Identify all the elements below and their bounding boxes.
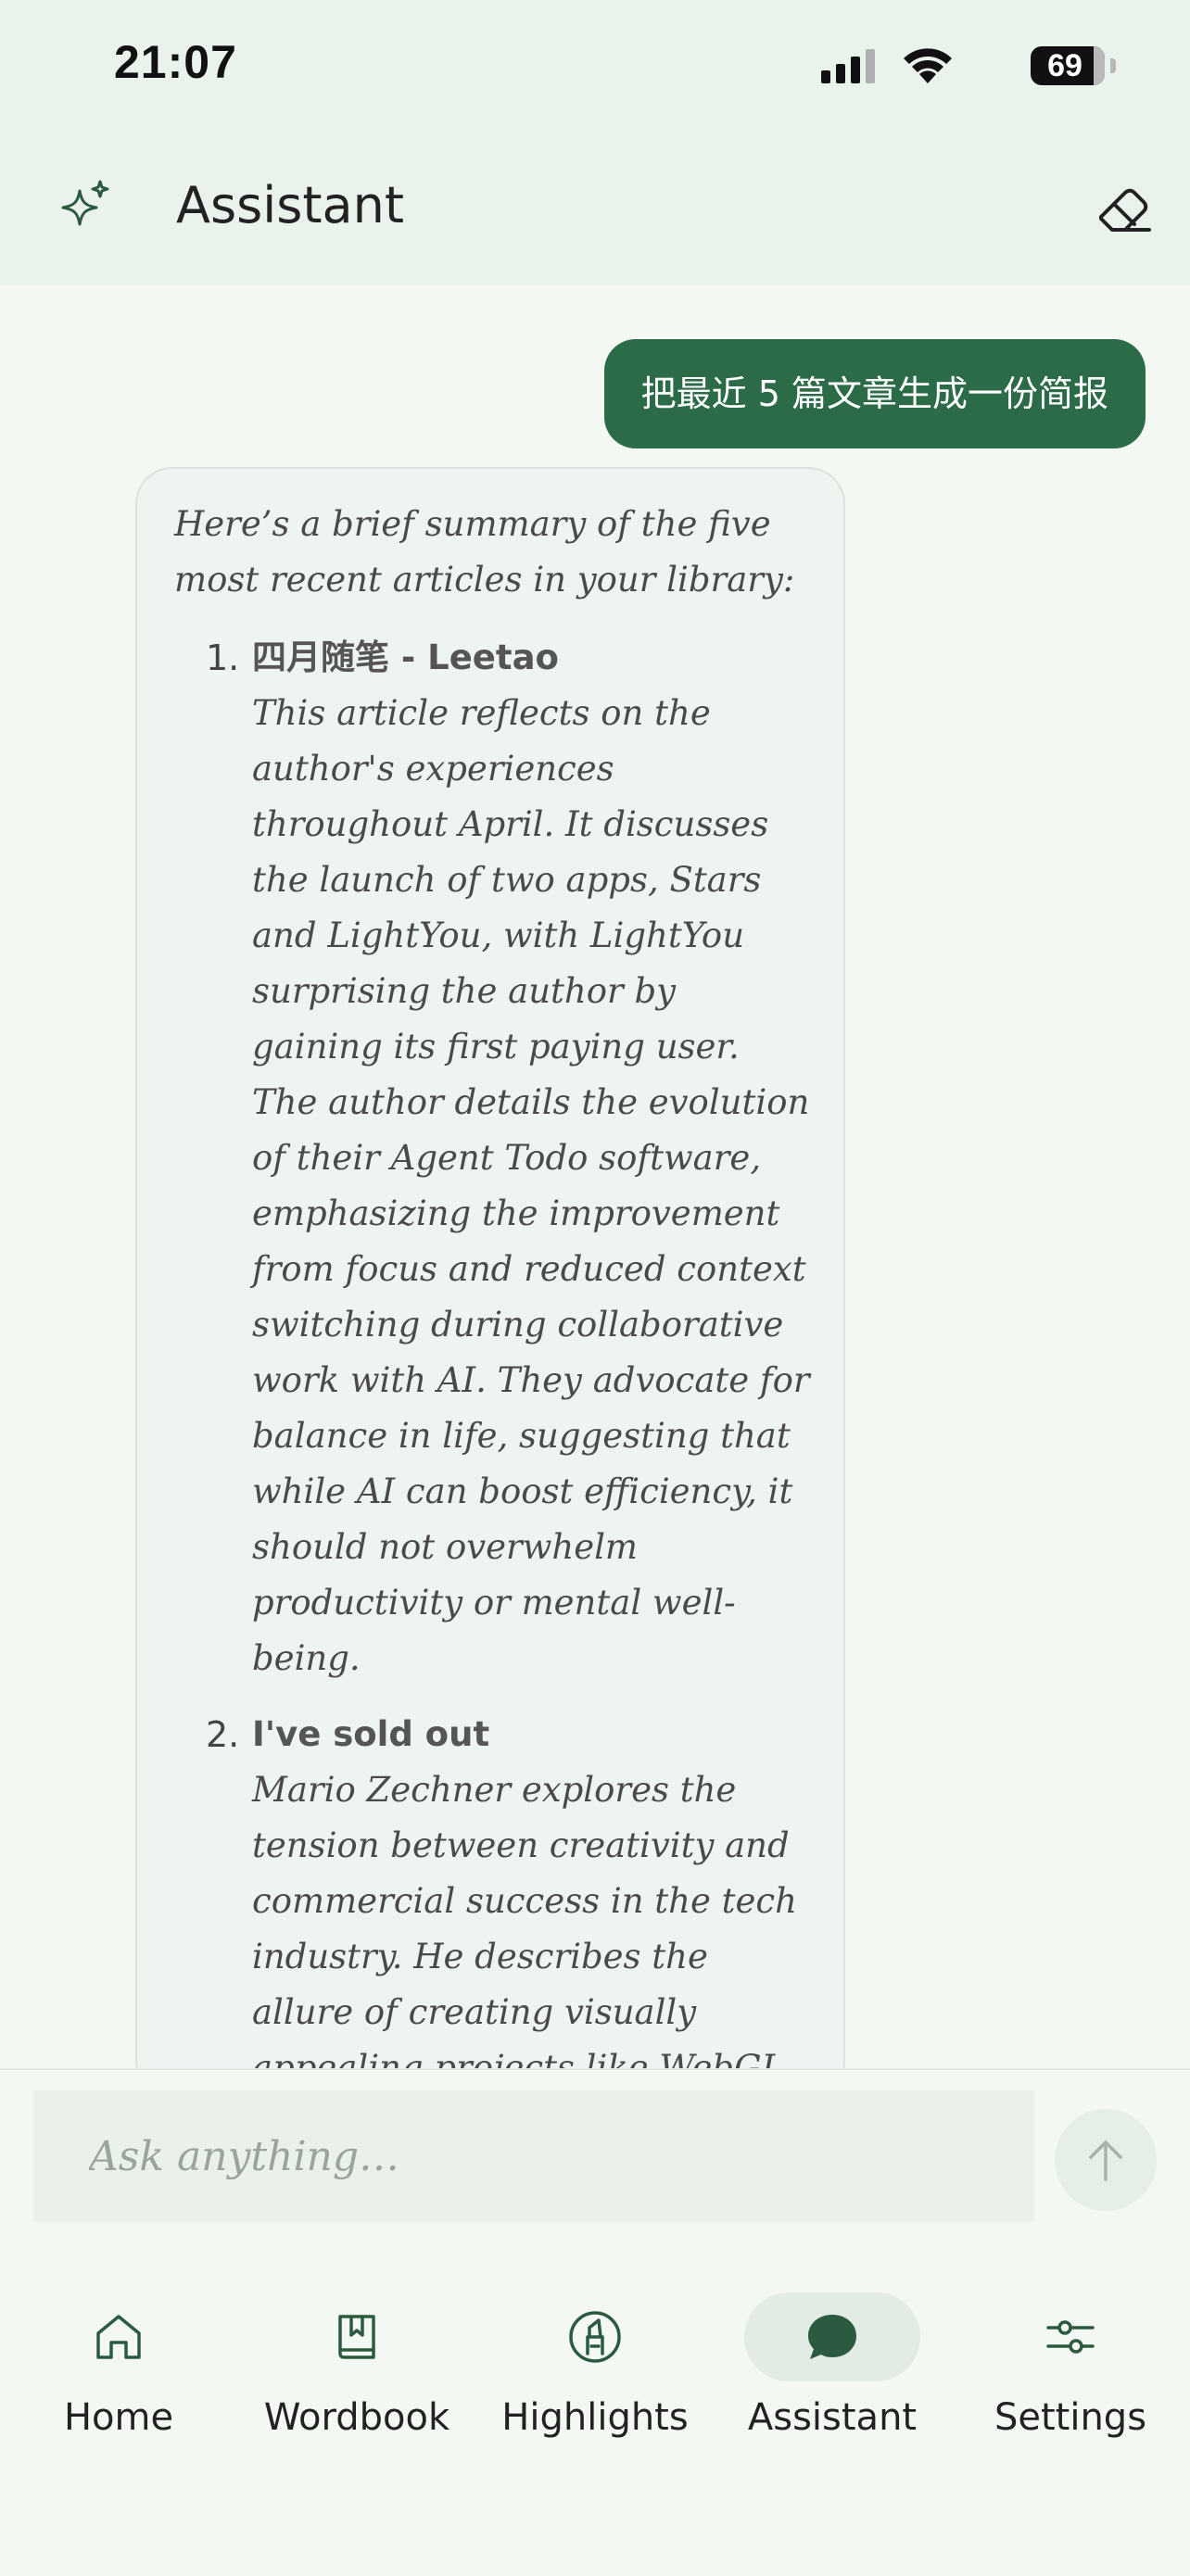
signal-icon (821, 49, 875, 83)
tab-bar: Home Wordbook Highlights Assistant Setti… (0, 2281, 1190, 2467)
tab-settings[interactable]: Settings (968, 2281, 1172, 2448)
article-title: I've sold out (252, 1714, 490, 1754)
top-bar: 21:07 69 Assistant (0, 0, 1190, 285)
wifi-icon (904, 48, 952, 83)
sparkle-icon[interactable] (57, 178, 115, 235)
tab-home[interactable]: Home (17, 2281, 221, 2448)
page-title: Assistant (176, 176, 405, 234)
home-icon (96, 2315, 141, 2359)
tab-label: Home (63, 2396, 174, 2439)
list-item: 1. 四月随笔 - Leetao This article reflects o… (174, 630, 814, 1686)
item-number: 1. (206, 638, 240, 678)
status-time: 21:07 (114, 36, 237, 88)
article-summary: Mario Zechner explores the tension betwe… (252, 1770, 797, 2088)
tab-label: Settings (994, 2396, 1147, 2439)
assistant-message-bubble: Here’s a brief summary of the five most … (135, 467, 845, 2098)
highlighter-icon (569, 2311, 621, 2363)
article-summary: This article reflects on the author's ex… (252, 693, 810, 1678)
tab-label: Highlights (501, 2396, 689, 2439)
article-title: 四月随笔 - Leetao (252, 638, 559, 677)
battery-level: 69 (1047, 48, 1082, 83)
article-list: 1. 四月随笔 - Leetao This article reflects o… (174, 630, 814, 2096)
sliders-icon (1046, 2320, 1095, 2354)
ask-input[interactable] (33, 2090, 1034, 2222)
status-icons: 69 (801, 44, 1116, 91)
assistant-intro: Here’s a brief summary of the five most … (174, 504, 795, 600)
bookmark-book-icon (338, 2315, 375, 2359)
chat-bubble-icon (808, 2315, 856, 2359)
tab-label: Assistant (747, 2396, 918, 2439)
tab-assistant[interactable]: Assistant (730, 2281, 934, 2448)
tab-label: Wordbook (263, 2396, 450, 2439)
tab-wordbook[interactable]: Wordbook (255, 2281, 459, 2448)
send-button[interactable] (1055, 2109, 1157, 2211)
list-item: 2. I've sold out Mario Zechner explores … (174, 1707, 814, 2096)
battery-icon: 69 (1031, 46, 1116, 85)
user-message-bubble: 把最近 5 篇文章生成一份简报 (603, 339, 1146, 448)
eraser-icon[interactable] (1094, 180, 1153, 239)
arrow-up-icon (1089, 2140, 1122, 2181)
tab-highlights[interactable]: Highlights (493, 2281, 697, 2448)
item-number: 2. (206, 1714, 240, 1755)
